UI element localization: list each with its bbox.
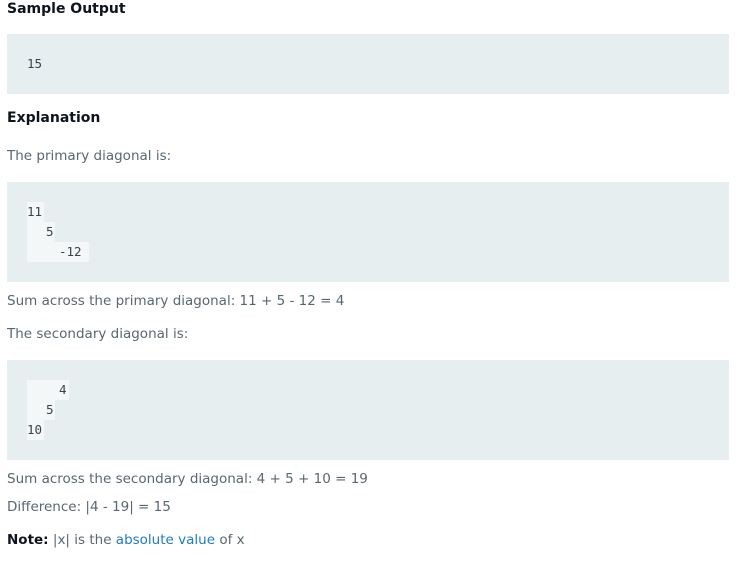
note-post-text: of x <box>219 532 245 548</box>
sample-output-block: 15 <box>7 34 729 94</box>
note-text: Note: |x| is the absolute value of x <box>7 531 245 549</box>
sample-output-heading: Sample Output <box>7 1 126 17</box>
secondary-line-3: 10 <box>27 420 44 440</box>
primary-line-1: 11 <box>27 202 44 222</box>
note-label: Note: <box>7 532 49 548</box>
difference-text: Difference: |4 - 19| = 15 <box>7 499 171 515</box>
explanation-heading: Explanation <box>7 110 101 126</box>
absolute-value-link[interactable]: absolute value <box>116 532 215 548</box>
primary-diagonal-sum: Sum across the primary diagonal: 11 + 5 … <box>7 293 345 309</box>
secondary-line-1: 4 <box>27 380 69 400</box>
primary-line-3: -12 <box>27 242 89 262</box>
secondary-diagonal-block: 4 5 10 <box>7 360 729 460</box>
sample-output-value: 15 <box>27 56 43 71</box>
note-pre-text: |x| is the <box>52 532 112 548</box>
primary-diagonal-block: 11 5 -12 <box>7 182 729 282</box>
primary-line-2: 5 <box>27 222 55 242</box>
secondary-diagonal-intro: The secondary diagonal is: <box>7 326 189 342</box>
secondary-diagonal-sum: Sum across the secondary diagonal: 4 + 5… <box>7 471 368 487</box>
secondary-line-2: 5 <box>27 400 55 420</box>
primary-diagonal-intro: The primary diagonal is: <box>7 148 172 164</box>
